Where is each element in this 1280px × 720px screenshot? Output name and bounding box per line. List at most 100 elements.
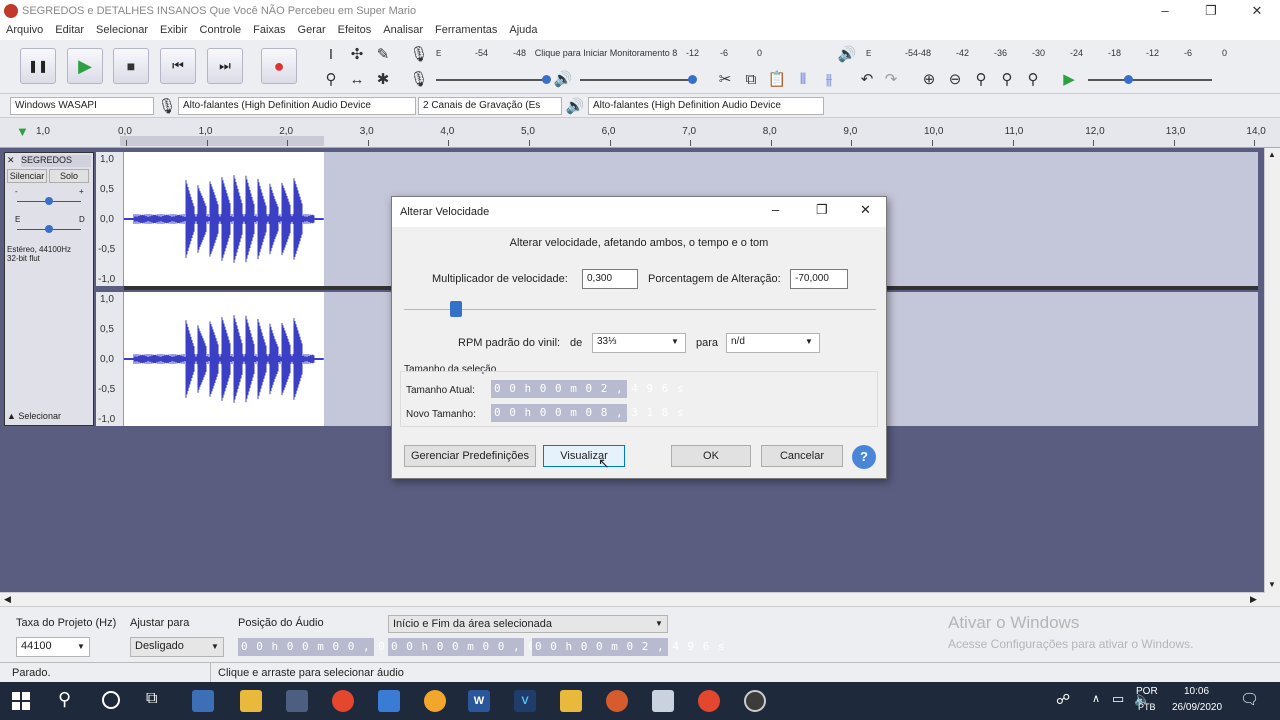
- menu-ferramentas[interactable]: Ferramentas: [429, 22, 503, 36]
- recording-volume-thumb[interactable]: [542, 75, 551, 84]
- cancel-button[interactable]: Cancelar: [761, 445, 843, 467]
- menu-ajuda[interactable]: Ajuda: [503, 22, 543, 36]
- collapse-icon[interactable]: ▲: [7, 411, 18, 421]
- clock-date[interactable]: 26/09/2020: [1172, 702, 1222, 713]
- play-meter-scale[interactable]: E -54-48 -42 -36 -30 -24 -18 -12 -6 0: [866, 48, 1242, 58]
- envelope-tool-icon[interactable]: ✣: [346, 43, 368, 65]
- tray-chevron-up-icon[interactable]: ∧: [1092, 692, 1100, 705]
- taskbar-app-icon[interactable]: [606, 690, 628, 712]
- speaker-icon[interactable]: 🔊: [836, 43, 858, 65]
- play-button[interactable]: ▶: [67, 48, 103, 84]
- close-button[interactable]: ✕: [1234, 0, 1280, 22]
- copy-icon[interactable]: ⧉: [740, 68, 762, 90]
- track-name-menu[interactable]: SEGREDOS: [21, 155, 91, 167]
- chrome-icon[interactable]: [698, 690, 720, 712]
- ok-button[interactable]: OK: [671, 445, 751, 467]
- pan-slider-thumb[interactable]: [45, 225, 53, 233]
- redo-icon[interactable]: ↷: [880, 68, 902, 90]
- dialog-minimize-button[interactable]: –: [772, 202, 779, 217]
- file-explorer-icon[interactable]: [240, 690, 262, 712]
- taskbar-app-icon[interactable]: [286, 690, 308, 712]
- new-length-input[interactable]: 0 0 h 0 0 m 0 8 , 3 1 8 s: [491, 404, 684, 422]
- dialog-maximize-button[interactable]: ❐: [816, 202, 828, 218]
- pause-button[interactable]: ❚❚: [20, 48, 56, 84]
- timeline-selection-region[interactable]: [120, 136, 324, 146]
- vegas-icon[interactable]: V: [514, 690, 536, 712]
- snap-to-select[interactable]: Desligado ▼: [130, 637, 224, 657]
- percent-input[interactable]: -70,000: [790, 269, 848, 289]
- help-icon[interactable]: ?: [852, 445, 876, 469]
- undo-icon[interactable]: ↶: [856, 68, 878, 90]
- speed-slider-track[interactable]: [404, 309, 876, 310]
- cut-icon[interactable]: ✂: [714, 68, 736, 90]
- windows-start-icon[interactable]: [12, 692, 30, 710]
- task-view-icon[interactable]: ⧉: [146, 690, 157, 708]
- speed-slider-thumb[interactable]: [449, 301, 462, 317]
- menu-selecionar[interactable]: Selecionar: [90, 22, 154, 36]
- microphone-icon[interactable]: 🎙: [408, 43, 430, 65]
- people-icon[interactable]: ☍: [1056, 691, 1070, 708]
- taskbar-app-icon[interactable]: [652, 690, 674, 712]
- word-icon[interactable]: W: [468, 690, 490, 712]
- playback-volume-thumb[interactable]: [688, 75, 697, 84]
- search-icon[interactable]: ⚲: [58, 689, 71, 710]
- menu-faixas[interactable]: Faixas: [247, 22, 291, 36]
- minimize-button[interactable]: –: [1142, 0, 1188, 22]
- keyboard-layout[interactable]: PTB: [1138, 702, 1156, 712]
- zoom-toggle-icon[interactable]: ⚲: [1022, 68, 1044, 90]
- timeline-ruler[interactable]: ▼ 1,0 0,0 1,0 2,0 3,0 4,0 5,0 6,0 7,0 8,0 9,0 10,0…: [0, 118, 1280, 148]
- recording-channels-select[interactable]: 2 Canais de Gravação (Es: [418, 97, 562, 115]
- audacity-taskbar-icon[interactable]: [424, 690, 446, 712]
- stop-button[interactable]: ■: [113, 48, 149, 84]
- play-at-speed-icon[interactable]: ▶: [1058, 68, 1080, 90]
- play-head-icon[interactable]: ▼: [16, 124, 29, 139]
- project-rate-select[interactable]: 44100 ▼: [16, 637, 90, 657]
- selection-tool-icon[interactable]: I: [320, 43, 342, 65]
- play-speed-thumb[interactable]: [1124, 75, 1133, 84]
- track-select-button[interactable]: ▲ Selecionar: [7, 411, 91, 425]
- to-rpm-select[interactable]: n/d ▼: [726, 333, 820, 353]
- menu-gerar[interactable]: Gerar: [292, 22, 332, 36]
- playback-volume-slider[interactable]: [580, 79, 694, 81]
- menu-controle[interactable]: Controle: [194, 22, 248, 36]
- selection-mode-select[interactable]: Início e Fim da área selecionada ▼: [388, 615, 668, 633]
- audio-position-value[interactable]: 0 0 h 0 0 m 0 0 , 0 0 0 s: [238, 638, 431, 656]
- scroll-up-icon[interactable]: ▲: [1268, 150, 1276, 159]
- time-shift-tool-icon[interactable]: ↔: [346, 68, 368, 90]
- trim-icon[interactable]: ⫴: [792, 68, 814, 90]
- menu-arquivo[interactable]: Arquivo: [0, 22, 49, 36]
- record-button[interactable]: ●: [261, 48, 297, 84]
- scroll-down-icon[interactable]: ▼: [1268, 580, 1276, 589]
- paste-icon[interactable]: 📋: [766, 68, 788, 90]
- network-icon[interactable]: ▭: [1112, 691, 1124, 707]
- media-player-icon[interactable]: [560, 690, 582, 712]
- solo-button[interactable]: Solo: [49, 169, 89, 183]
- input-language[interactable]: POR: [1136, 686, 1158, 697]
- horizontal-scrollbar[interactable]: ◀ ▶: [0, 592, 1264, 606]
- dialog-close-button[interactable]: ✕: [860, 202, 871, 218]
- menu-analisar[interactable]: Analisar: [377, 22, 429, 36]
- selection-end-value[interactable]: 0 0 h 0 0 m 0 2 , 4 9 6 s: [532, 638, 725, 656]
- recording-volume-slider[interactable]: [436, 79, 550, 81]
- scroll-right-icon[interactable]: ▶: [1250, 594, 1257, 605]
- channel-1-vertical-scale[interactable]: 1,0 0,5 0,0 -0,5 -1,0: [96, 152, 124, 286]
- silence-icon[interactable]: ⫵: [818, 68, 840, 90]
- fit-selection-icon[interactable]: ⚲: [970, 68, 992, 90]
- scroll-left-icon[interactable]: ◀: [4, 594, 11, 605]
- from-rpm-select[interactable]: 33⅓ ▼: [592, 333, 686, 353]
- maximize-button[interactable]: ❐: [1188, 0, 1234, 22]
- skip-end-button[interactable]: ⏭: [207, 48, 243, 84]
- vertical-scrollbar[interactable]: ▲ ▼: [1264, 148, 1280, 593]
- notifications-icon[interactable]: 🗨: [1240, 690, 1259, 708]
- zoom-tool-icon[interactable]: ⚲: [320, 68, 342, 90]
- obs-icon[interactable]: [744, 690, 766, 712]
- preview-button[interactable]: Visualizar: [543, 445, 625, 467]
- menu-exibir[interactable]: Exibir: [154, 22, 194, 36]
- manage-presets-button[interactable]: Gerenciar Predefinições: [404, 445, 536, 467]
- track-close-icon[interactable]: ✕: [7, 155, 15, 166]
- record-meter-scale[interactable]: E -54 -48 Clique para Iniciar Monitoramento…: [436, 48, 762, 58]
- cortana-icon[interactable]: [102, 691, 120, 709]
- draw-tool-icon[interactable]: ✎: [372, 43, 394, 65]
- clock-time[interactable]: 10:06: [1184, 686, 1209, 697]
- play-speed-slider[interactable]: [1088, 79, 1212, 81]
